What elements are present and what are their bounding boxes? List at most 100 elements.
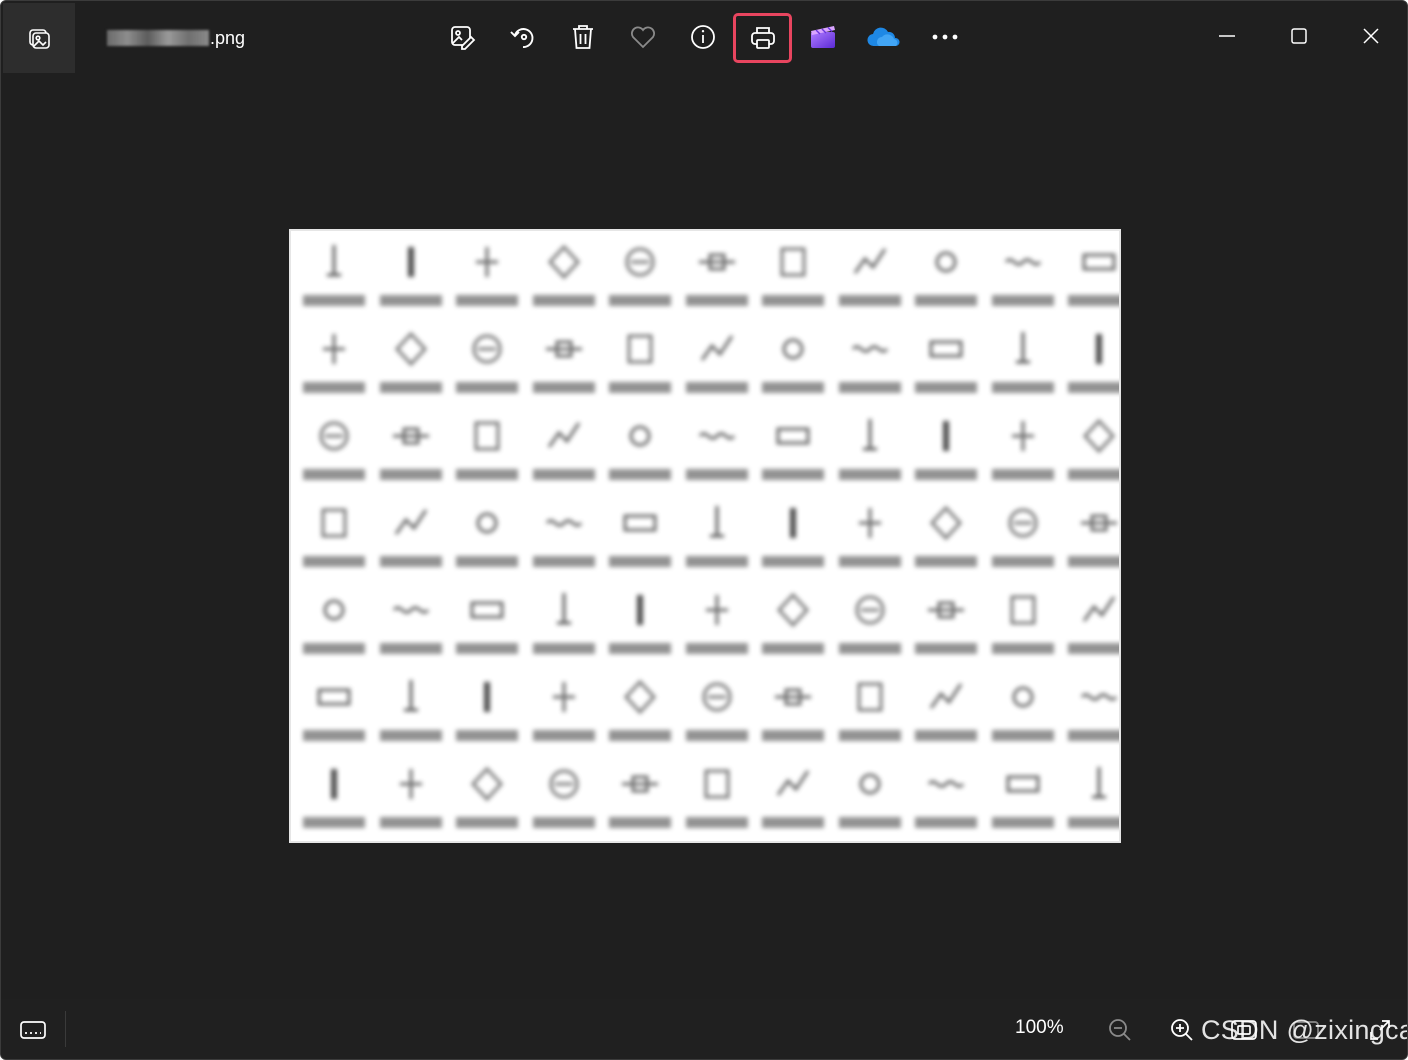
blurred-symbol [331,769,337,799]
symbol-cell [1062,324,1119,408]
symbol-cell [680,585,754,669]
app-icon-button[interactable] [3,3,75,73]
blurred-symbol-label [1068,817,1119,828]
blurred-symbol [625,247,655,277]
blurred-symbol-label [991,295,1054,306]
blurred-symbol [484,682,490,712]
blurred-symbol [327,245,341,277]
more-options-button[interactable] [919,13,971,61]
blurred-symbol-label [915,556,977,567]
zoom-in-icon [1171,1019,1193,1041]
symbol-cell [1062,585,1119,669]
filmstrip-icon [20,1021,46,1039]
symbol-cell [450,672,524,756]
blurred-symbol [929,683,963,709]
blurred-symbol [470,601,504,619]
symbol-cell [1062,237,1119,321]
favorite-button[interactable] [617,13,669,61]
symbol-cell [450,585,524,669]
blurred-symbol-label [838,643,901,654]
file-info-button[interactable] [677,13,729,61]
edit-image-icon [451,26,476,50]
displayed-image [289,229,1121,843]
symbol-cell [756,672,830,756]
blurred-symbol-label [991,643,1054,654]
blurred-symbol [1006,775,1039,793]
blurred-symbol [323,334,345,364]
print-button[interactable] [733,13,792,63]
blurred-symbol-label [303,817,365,828]
blurred-symbol [622,775,658,793]
blurred-symbol-label [379,382,442,393]
blurred-symbol-label [532,469,595,480]
image-viewer[interactable] [1,73,1407,999]
info-icon [691,25,715,49]
onedrive-button[interactable] [857,13,909,61]
blurred-symbol-label [609,556,671,567]
blurred-symbol-label [303,295,365,306]
blurred-symbol-label [456,730,518,741]
blurred-symbol-label [456,295,518,306]
delete-button[interactable] [557,13,609,61]
blurred-symbol [556,593,571,625]
blurred-symbol-label [838,817,901,828]
symbol-cell [833,759,907,841]
blurred-symbol-label [379,295,442,306]
close-button[interactable] [1347,13,1395,59]
blurred-symbol-label [762,817,824,828]
symbol-cell [297,324,371,408]
clipchamp-button[interactable] [797,13,849,61]
minimize-button[interactable] [1203,13,1251,59]
blurred-symbol [1012,686,1033,708]
blurred-symbol [1082,596,1116,622]
symbol-cell [450,498,524,582]
blurred-symbol [547,422,580,448]
blurred-symbol-label [456,556,518,567]
symbol-cell [833,324,907,408]
edit-image-button[interactable] [437,13,489,61]
zoom-out-button[interactable] [1103,1015,1137,1045]
blurred-symbol-label [991,469,1054,480]
blurred-symbol-label [762,556,824,567]
symbol-cell [527,498,601,582]
symbol-cell [1062,672,1119,756]
maximize-button[interactable] [1275,13,1323,59]
blurred-symbol [394,331,427,367]
rotate-button[interactable] [497,13,549,61]
symbol-cell [909,498,983,582]
onedrive-icon [867,27,900,47]
blurred-symbol-label [915,730,977,741]
blurred-symbol [474,421,500,451]
blurred-symbol-label [1068,730,1119,741]
blurred-symbol [698,253,735,271]
zoom-in-button[interactable] [1165,1015,1199,1045]
filmstrip-button[interactable] [15,1015,51,1045]
symbol-cell [756,759,830,841]
blurred-symbol-label [1068,643,1119,654]
blurred-symbol-label [609,382,671,393]
blurred-symbol [1008,508,1037,538]
blurred-symbol [780,247,806,277]
blurred-symbol [1092,767,1106,799]
blurred-symbol [392,427,429,445]
blurred-symbol [627,334,653,364]
symbol-cell [909,411,983,495]
blurred-symbol-label [685,469,748,480]
symbol-cell [603,585,677,669]
symbol-grid [297,237,1119,837]
blurred-symbol-label [685,556,748,567]
symbol-cell [450,237,524,321]
blurred-symbol-label [762,295,824,306]
symbol-cell [833,672,907,756]
blurred-symbol-label [303,556,365,567]
blurred-symbol [549,769,578,799]
blurred-symbol-label [762,469,824,480]
blurred-symbol [476,247,498,277]
blurred-symbol [935,251,957,273]
blurred-symbol [1004,258,1041,266]
photos-window: .png 100% CSDN @zixingcai [0,0,1408,1060]
blurred-symbol-label [379,643,442,654]
symbol-cell [374,498,448,582]
symbol-cell [527,585,601,669]
blurred-symbol-label [456,382,518,393]
